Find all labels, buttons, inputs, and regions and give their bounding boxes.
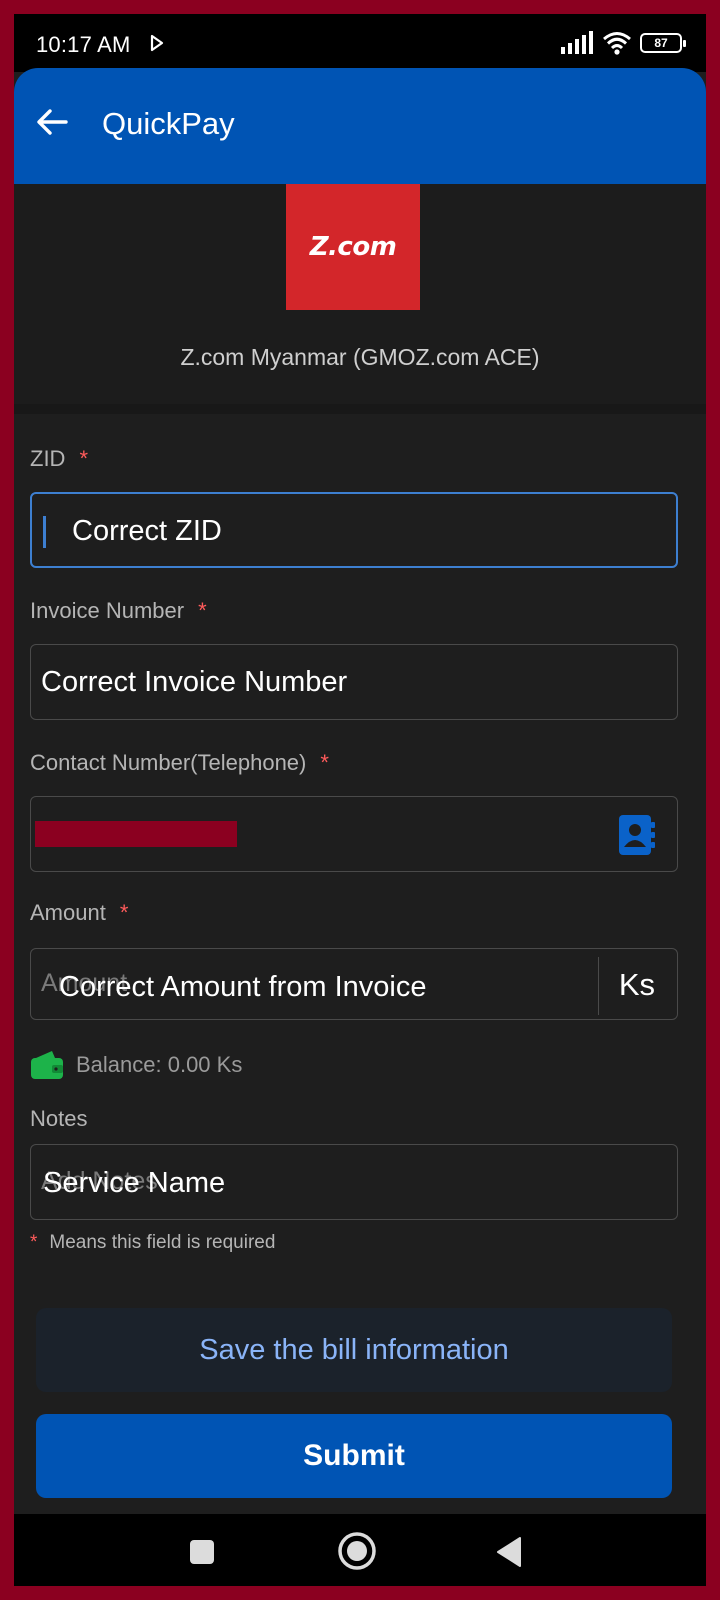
contact-book-icon[interactable] <box>617 813 657 857</box>
status-bar: 10:17 AM 87 <box>14 14 706 72</box>
invoice-number-value: Correct Invoice Number <box>41 666 348 698</box>
required-field-note: * Means this field is required <box>30 1232 276 1253</box>
wallet-icon <box>31 1051 63 1079</box>
back-icon[interactable] <box>490 1532 530 1572</box>
invoice-label: Invoice Number * <box>30 598 207 623</box>
status-icons: 87 <box>560 30 686 56</box>
contact-number-input[interactable] <box>30 796 678 872</box>
invoice-number-input[interactable]: Correct Invoice Number <box>30 644 678 720</box>
notes-value: Service Name <box>43 1167 226 1199</box>
battery-icon: 87 <box>640 33 686 53</box>
amount-value: Correct Amount from Invoice <box>59 971 427 1003</box>
signal-icon <box>561 31 593 54</box>
wifi-icon <box>603 32 631 55</box>
required-mark: * <box>119 900 129 925</box>
redacted-phone-number <box>35 821 237 847</box>
play-icon <box>150 34 164 52</box>
merchant-logo: Z.com <box>286 184 420 310</box>
currency-label: Ks <box>618 967 655 1002</box>
contact-label: Contact Number(Telephone) * <box>30 750 329 775</box>
zid-label: ZID * <box>30 446 89 471</box>
home-icon[interactable] <box>334 1528 380 1574</box>
section-divider <box>14 404 706 414</box>
app-bar: QuickPay <box>14 68 706 184</box>
page-title: QuickPay <box>102 106 235 141</box>
amount-input[interactable]: Amount Correct Amount from Invoice Ks <box>30 948 678 1020</box>
amount-label: Amount * <box>30 900 129 925</box>
balance-row: Balance: 0.00 Ks <box>30 1048 242 1082</box>
navigation-bar <box>14 1514 706 1586</box>
submit-button[interactable]: Submit <box>36 1414 672 1498</box>
zid-value: Correct ZID <box>72 515 222 547</box>
merchant-name: Z.com Myanmar (GMOZ.com ACE) <box>180 344 540 370</box>
balance-text: Balance: 0.00 Ks <box>76 1052 243 1077</box>
merchant-header: Z.com Z.com Myanmar (GMOZ.com ACE) <box>14 184 706 404</box>
back-arrow-icon[interactable] <box>34 104 70 140</box>
currency-divider <box>597 957 599 1015</box>
text-cursor <box>43 516 46 548</box>
required-mark: * <box>198 598 207 623</box>
zid-input[interactable]: Correct ZID <box>30 492 678 568</box>
save-bill-button[interactable]: Save the bill information <box>36 1308 672 1392</box>
notes-input[interactable]: Add Notes Service Name <box>30 1144 678 1220</box>
notes-label: Notes <box>30 1106 88 1131</box>
phone-screen: 10:17 AM 87 QuickPay Z.com Z.com Myanmar… <box>14 14 706 1586</box>
status-time: 10:17 AM <box>36 32 131 57</box>
required-mark: * <box>79 446 89 471</box>
recents-icon[interactable] <box>182 1532 222 1572</box>
required-mark: * <box>320 750 329 775</box>
